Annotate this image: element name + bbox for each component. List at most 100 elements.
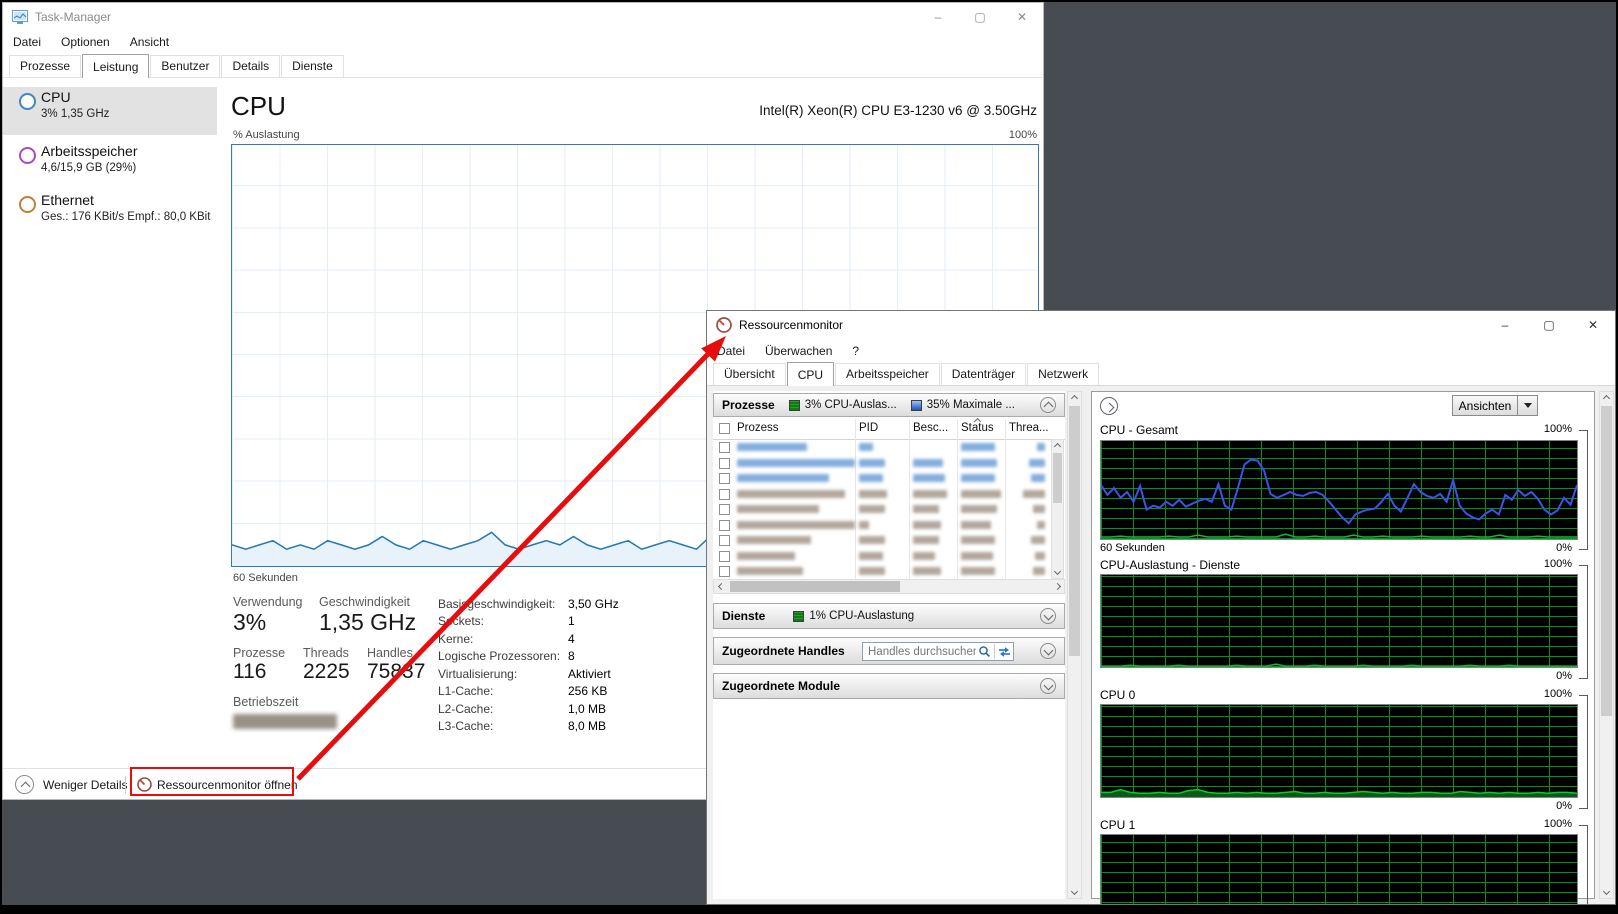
processes-section-header[interactable]: Prozesse 3% CPU-Auslas... 35% Maximale .… xyxy=(713,393,1065,417)
menu-ueberwachen[interactable]: Überwachen xyxy=(755,344,842,358)
process-row[interactable] xyxy=(713,517,1065,533)
redacted xyxy=(737,459,855,467)
scroll-left-icon[interactable] xyxy=(714,580,728,593)
row-checkbox[interactable] xyxy=(719,442,730,453)
expand-chevron-icon[interactable] xyxy=(1040,608,1056,624)
process-row[interactable] xyxy=(713,455,1065,471)
process-row[interactable] xyxy=(713,563,1065,579)
row-checkbox[interactable] xyxy=(719,458,730,469)
scroll-up-icon[interactable] xyxy=(1052,440,1063,453)
sidebar-item-ethernet[interactable]: Ethernet Ges.: 176 KBit/s Empf.: 80,0 KB… xyxy=(3,190,217,238)
process-row[interactable] xyxy=(713,486,1065,502)
scroll-up-icon[interactable] xyxy=(1600,392,1613,405)
minimize-button[interactable]: – xyxy=(1483,311,1527,339)
sidebar-memory-title: Arbeitsspeicher xyxy=(41,143,138,159)
services-section-header[interactable]: Dienste 1% CPU-Auslastung xyxy=(713,603,1065,629)
redacted xyxy=(1023,490,1045,498)
process-table-hscrollbar[interactable] xyxy=(713,579,1065,594)
processes-label: Prozesse xyxy=(233,646,285,660)
menu-help[interactable]: ? xyxy=(842,344,869,358)
process-row[interactable] xyxy=(713,501,1065,517)
spec-value: Aktiviert xyxy=(568,667,611,681)
ethernet-ring-icon xyxy=(19,196,36,213)
redacted xyxy=(1031,474,1045,482)
row-checkbox[interactable] xyxy=(719,551,730,562)
row-checkbox[interactable] xyxy=(719,535,730,546)
tab-benutzer[interactable]: Benutzer xyxy=(150,55,220,77)
right-pane-scrollbar[interactable] xyxy=(1599,391,1614,899)
menu-optionen[interactable]: Optionen xyxy=(51,35,120,49)
handles-search-input[interactable] xyxy=(863,646,976,658)
cpu-spec-list: Basisgeschwindigkeit:3,50 GHz Sockets:1 … xyxy=(438,595,718,735)
less-details-button[interactable]: Weniger Details xyxy=(43,778,127,792)
process-row[interactable] xyxy=(713,548,1065,564)
tab-arbeitsspeicher[interactable]: Arbeitsspeicher xyxy=(835,363,940,385)
modules-section-header[interactable]: Zugeordnete Module xyxy=(713,673,1065,699)
scroll-right-icon[interactable] xyxy=(1050,580,1064,593)
process-row[interactable] xyxy=(713,439,1065,455)
collapse-chevron-icon[interactable] xyxy=(1040,397,1056,413)
scale-bracket xyxy=(1579,825,1588,905)
scroll-down-icon[interactable] xyxy=(1052,565,1063,578)
col-pid[interactable]: PID xyxy=(859,422,878,434)
sidebar-item-arbeitsspeicher[interactable]: Arbeitsspeicher 4,6/15,9 GB (29%) xyxy=(3,141,217,189)
row-checkbox[interactable] xyxy=(719,489,730,500)
tab-cpu[interactable]: CPU xyxy=(787,362,834,386)
close-button[interactable]: ✕ xyxy=(1571,311,1615,339)
redacted xyxy=(961,490,1001,498)
scroll-up-icon[interactable] xyxy=(1068,392,1081,405)
refresh-icon[interactable] xyxy=(998,645,1011,658)
row-checkbox[interactable] xyxy=(719,473,730,484)
row-checkbox[interactable] xyxy=(719,504,730,515)
graph-max-label: 100% xyxy=(1100,818,1572,830)
col-prozess[interactable]: Prozess xyxy=(737,422,779,434)
handles-section-header[interactable]: Zugeordnete Handles xyxy=(713,637,1065,665)
process-row[interactable] xyxy=(713,532,1065,548)
row-checkbox[interactable] xyxy=(719,520,730,531)
close-button[interactable]: ✕ xyxy=(1001,3,1043,31)
graph-max-label: 100% xyxy=(1100,688,1572,700)
menu-ansicht[interactable]: Ansicht xyxy=(120,35,179,49)
tab-prozesse[interactable]: Prozesse xyxy=(9,55,81,77)
tab-details[interactable]: Details xyxy=(221,55,280,77)
views-button[interactable]: Ansichten xyxy=(1452,395,1538,416)
sidebar-ethernet-sub: Ges.: 176 KBit/s Empf.: 80,0 KBit, xyxy=(41,211,211,223)
expand-chevron-icon[interactable] xyxy=(1040,678,1056,694)
tab-datentraeger[interactable]: Datenträger xyxy=(941,363,1026,385)
usage-value: 3% xyxy=(233,609,266,636)
task-manager-titlebar[interactable]: Task-Manager – ▢ ✕ xyxy=(3,3,1043,31)
process-row[interactable] xyxy=(713,470,1065,486)
tab-uebersicht[interactable]: Übersicht xyxy=(713,363,786,385)
redacted xyxy=(859,536,885,544)
scroll-down-icon[interactable] xyxy=(1068,885,1081,898)
col-besc[interactable]: Besc... xyxy=(913,422,948,434)
maximize-button[interactable]: ▢ xyxy=(959,3,1001,31)
process-table-scrollbar[interactable] xyxy=(1051,439,1064,579)
views-button-label[interactable]: Ansichten xyxy=(1452,395,1518,416)
menu-datei[interactable]: Datei xyxy=(707,344,755,358)
views-dropdown-arrow[interactable] xyxy=(1518,395,1538,416)
maximize-button[interactable]: ▢ xyxy=(1527,311,1571,339)
tab-dienste[interactable]: Dienste xyxy=(281,55,344,77)
collapse-pane-chevron-icon[interactable] xyxy=(1100,397,1118,415)
scroll-down-icon[interactable] xyxy=(1600,885,1613,898)
redacted xyxy=(859,567,885,575)
menu-datei[interactable]: Datei xyxy=(3,35,51,49)
tab-leistung[interactable]: Leistung xyxy=(82,54,149,78)
select-all-checkbox[interactable] xyxy=(719,423,730,434)
footer-divider xyxy=(125,776,126,794)
sidebar-item-cpu[interactable]: CPU 3% 1,35 GHz xyxy=(3,87,217,135)
services-cpu-graph xyxy=(1100,574,1578,668)
col-threa[interactable]: Threa... xyxy=(1009,422,1049,434)
sidebar-cpu-sub: 3% 1,35 GHz xyxy=(41,108,211,120)
left-pane-scrollbar[interactable] xyxy=(1067,391,1082,899)
redacted xyxy=(913,505,939,513)
minimize-button[interactable]: – xyxy=(917,3,959,31)
row-checkbox[interactable] xyxy=(719,566,730,577)
resource-monitor-titlebar[interactable]: Ressourcenmonitor – ▢ ✕ xyxy=(707,311,1615,339)
tab-netzwerk[interactable]: Netzwerk xyxy=(1027,363,1099,385)
spec-value: 1 xyxy=(568,614,575,628)
graph-max-label: 100% xyxy=(1100,423,1572,435)
expand-chevron-icon[interactable] xyxy=(1040,643,1056,659)
search-icon[interactable] xyxy=(978,645,991,658)
